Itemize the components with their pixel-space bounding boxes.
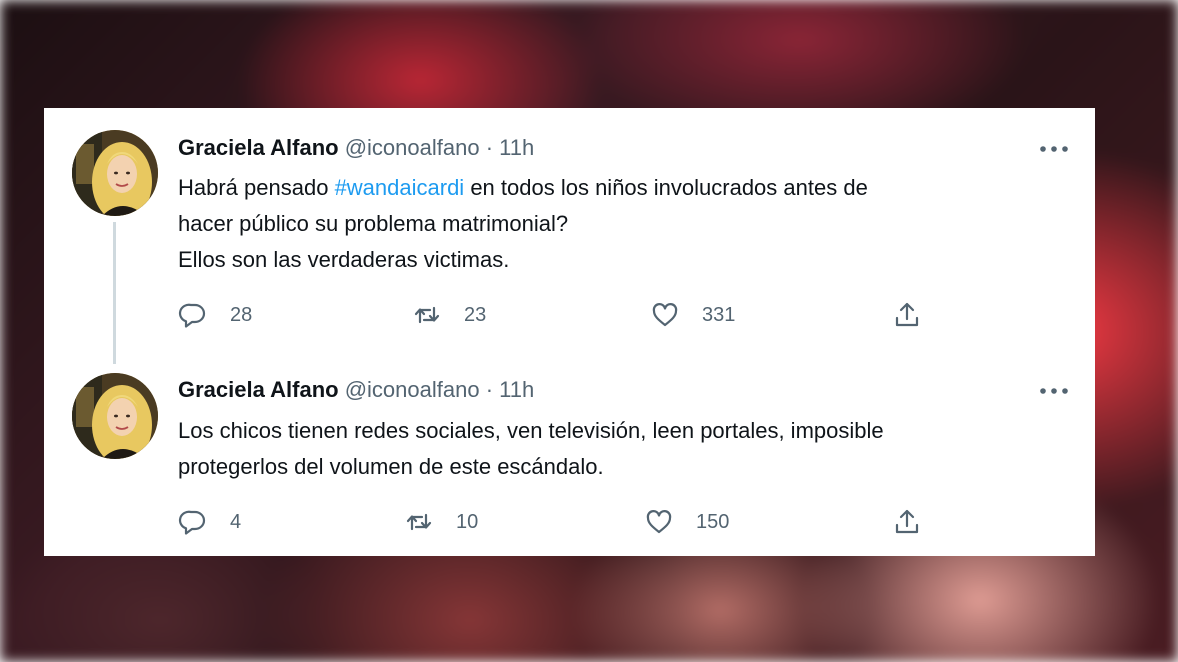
more-horizontal-icon[interactable] [1037,139,1071,159]
tweet-thread-card: Graciela Alfano @iconoalfano · 11h Habrá… [44,108,1095,556]
tweet-header: Graciela Alfano @iconoalfano · 11h [178,134,534,162]
retweet-arrows-icon [412,300,442,330]
reply-bubble-icon [178,300,208,330]
share-button[interactable] [892,505,922,539]
share-upload-icon [892,507,922,537]
retweet-count: 23 [464,303,487,326]
tweet[interactable]: Graciela Alfano @iconoalfano · 11h Habrá… [44,108,1095,364]
tweet-header: Graciela Alfano @iconoalfano · 11h [178,376,534,404]
tweet-text-line: hacer público su problema matrimonial? [178,211,569,236]
avatar[interactable] [72,373,158,459]
retweet-arrows-icon [404,507,434,537]
reply-count: 28 [230,303,253,326]
tweet-text: Habrá pensado #wandaicardi en todos los … [178,170,1058,278]
heart-outline-icon [644,507,674,537]
more-horizontal-icon[interactable] [1037,381,1071,401]
tweet-actions: 4 10 150 [178,505,938,539]
thread-connector-line [113,222,116,364]
like-button[interactable]: 150 [644,505,729,539]
retweet-button[interactable]: 10 [404,505,478,539]
tweet-timestamp[interactable]: 11h [499,135,534,160]
tweet-timestamp[interactable]: 11h [499,377,534,402]
tweet-text-line: Ellos son las verdaderas victimas. [178,247,510,272]
avatar[interactable] [72,130,158,216]
author-handle[interactable]: @iconoalfano [345,377,480,402]
share-button[interactable] [892,298,922,332]
tweet-text-line: protegerlos del volumen de este escándal… [178,454,604,479]
text-segment: Habrá pensado [178,175,335,200]
author-name[interactable]: Graciela Alfano [178,135,339,160]
text-segment: en todos los niños involucrados antes de [464,175,868,200]
like-button[interactable]: 331 [650,298,735,332]
heart-outline-icon [650,300,680,330]
share-upload-icon [892,300,922,330]
tweet-actions: 28 23 331 [178,298,938,332]
tweet-text: Los chicos tienen redes sociales, ven te… [178,413,1058,485]
hashtag-link[interactable]: #wandaicardi [335,175,465,200]
author-handle[interactable]: @iconoalfano [345,135,480,160]
tweet-text-line: Habrá pensado #wandaicardi en todos los … [178,170,1058,206]
reply-button[interactable]: 28 [178,298,252,332]
reply-button[interactable]: 4 [178,505,241,539]
separator-dot: · [485,377,494,402]
reply-count: 4 [230,510,242,533]
like-count: 331 [702,303,736,326]
retweet-button[interactable]: 23 [412,298,486,332]
reply-bubble-icon [178,507,208,537]
tweet[interactable]: Graciela Alfano @iconoalfano · 11h Los c… [44,358,1095,556]
like-count: 150 [696,510,730,533]
tweet-text-line: Los chicos tienen redes sociales, ven te… [178,418,884,443]
separator-dot: · [485,135,494,160]
retweet-count: 10 [456,510,479,533]
author-name[interactable]: Graciela Alfano [178,377,339,402]
